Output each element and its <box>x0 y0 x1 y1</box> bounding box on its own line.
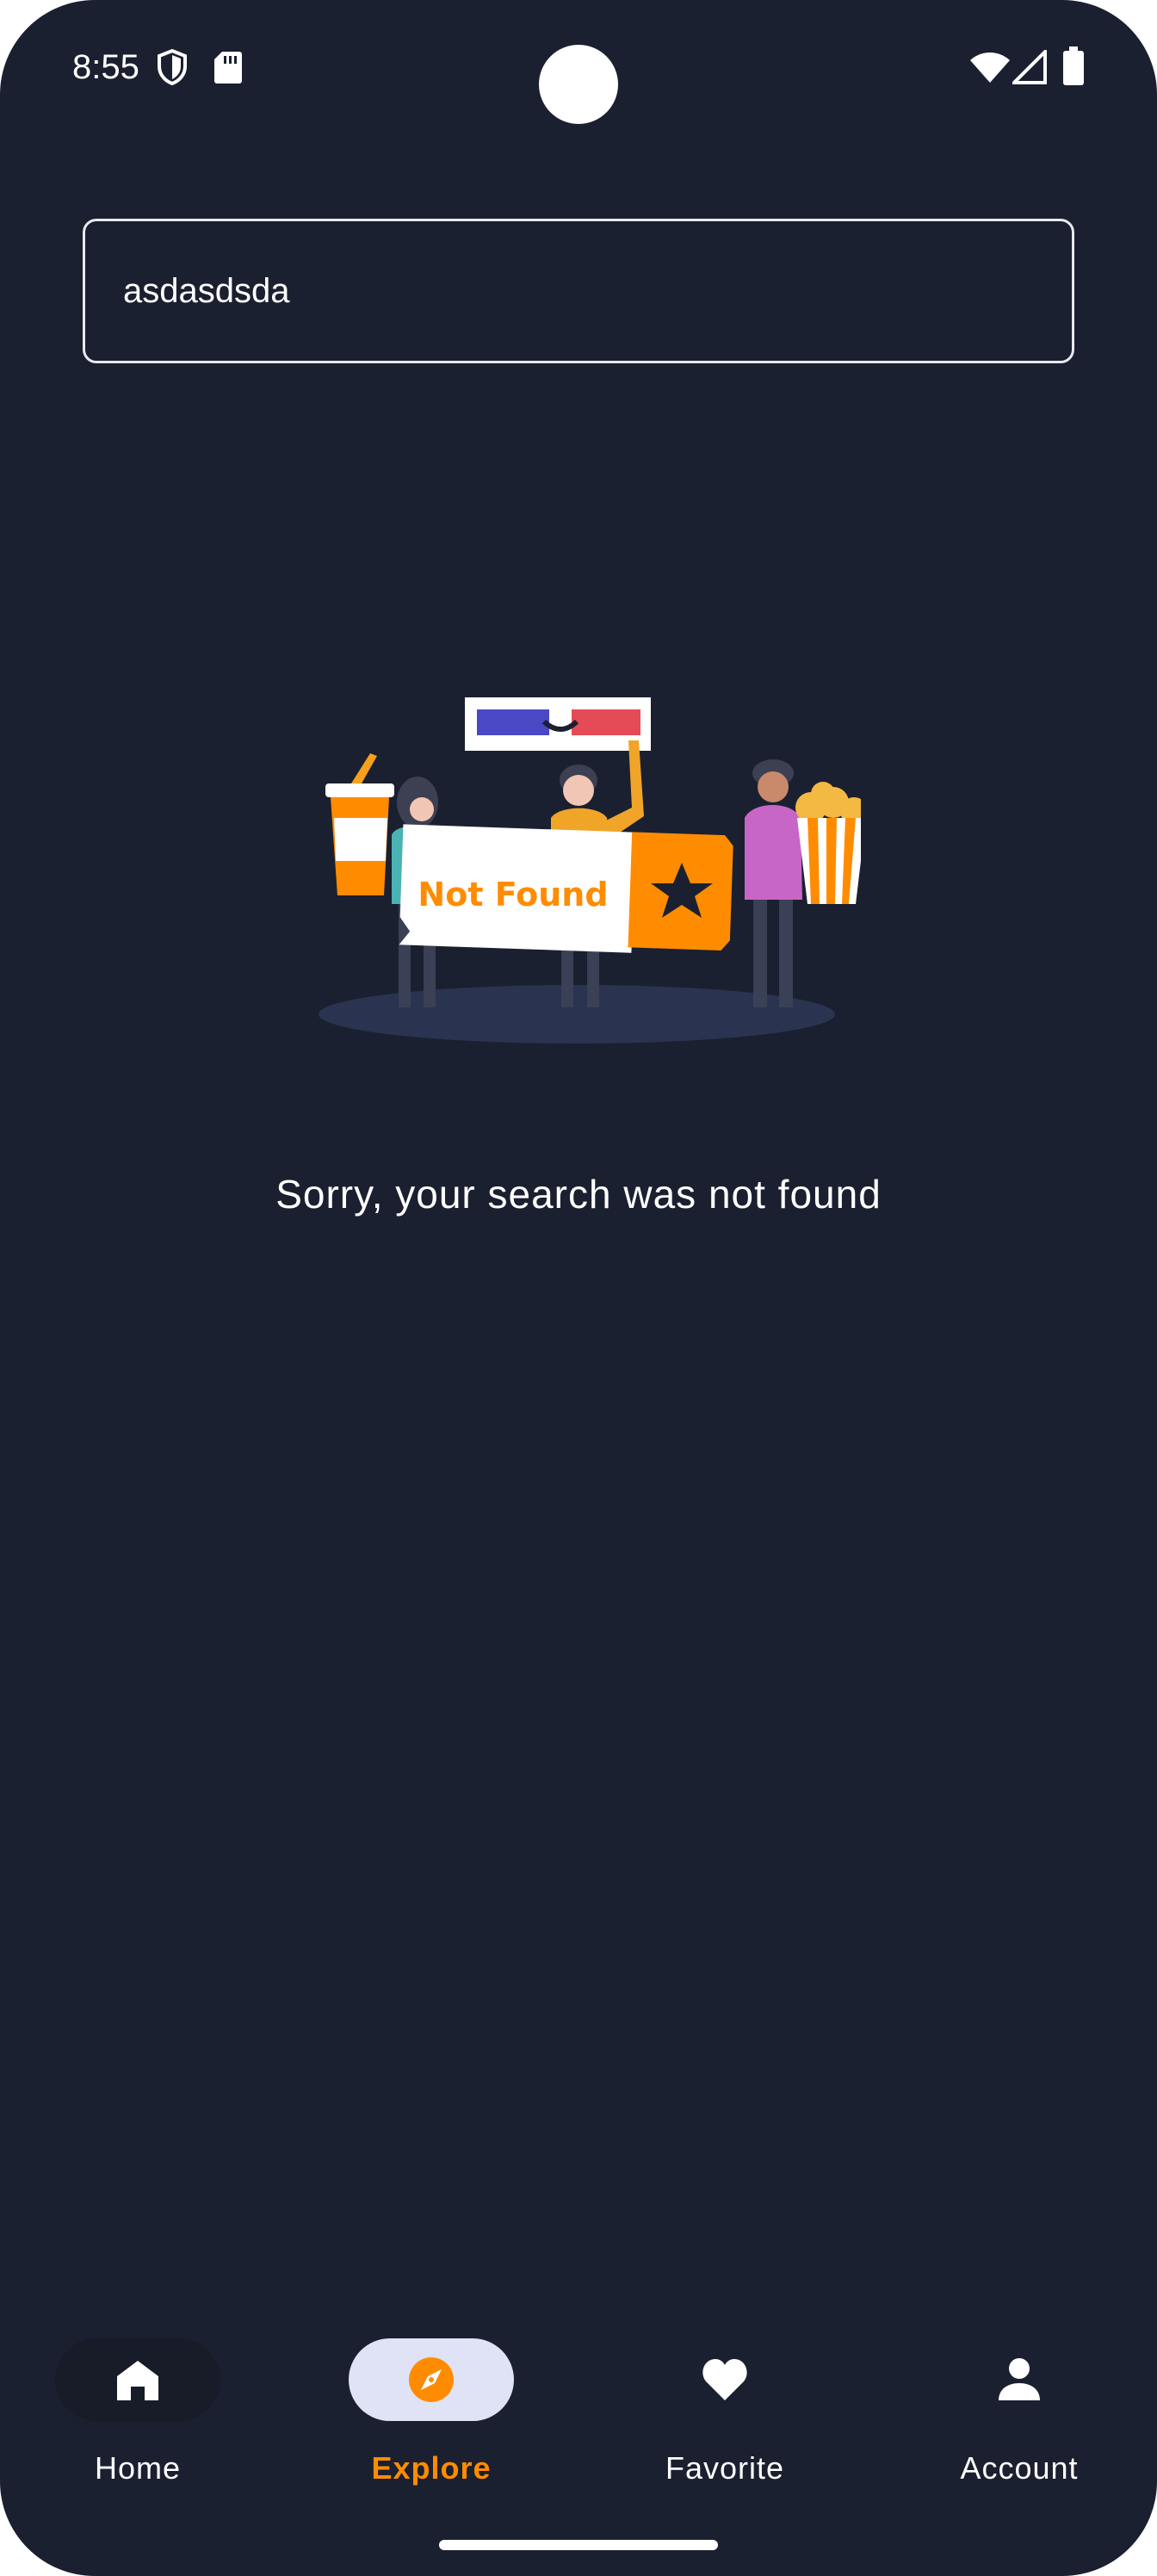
home-icon <box>117 2361 158 2400</box>
nav-item-favorite[interactable]: Favorite <box>578 2325 871 2497</box>
not-found-text: Not Found <box>418 876 608 913</box>
battery-icon <box>1063 46 1084 85</box>
nav-item-explore[interactable]: Explore <box>285 2325 578 2497</box>
3d-glasses-graphic <box>465 697 651 751</box>
search-field[interactable] <box>83 219 1074 363</box>
not-found-illustration: Not Found <box>319 697 861 1043</box>
person-icon <box>999 2358 1040 2400</box>
person-right <box>745 759 802 1007</box>
front-camera <box>539 45 618 124</box>
nav-item-account[interactable]: Account <box>873 2325 1157 2497</box>
status-time: 8:55 <box>72 48 139 86</box>
bottom-navigation: Home Explore Favorite Account <box>0 2325 1157 2497</box>
popcorn-graphic <box>795 782 861 904</box>
drink-cup-graphic <box>325 753 394 895</box>
compass-icon <box>409 2357 454 2402</box>
ticket-graphic: Not Found <box>399 824 733 953</box>
nav-item-home[interactable]: Home <box>0 2325 284 2497</box>
empty-state-message: Sorry, your search was not found <box>275 1172 882 1217</box>
nav-label-explore: Explore <box>371 2450 492 2486</box>
signal-icon <box>1012 50 1047 84</box>
nav-label-account: Account <box>960 2450 1079 2486</box>
status-bar: 8:55 <box>0 0 1157 138</box>
sd-card-icon <box>214 52 242 84</box>
wifi-icon <box>970 53 1010 83</box>
search-input[interactable] <box>123 221 1036 361</box>
app-screen: 8:55 asdasdsda Not Found Sorry, your sea… <box>0 0 1157 2576</box>
heart-icon <box>702 2359 747 2400</box>
nav-label-home: Home <box>94 2450 182 2486</box>
home-indicator[interactable] <box>439 2540 718 2550</box>
shield-icon <box>158 48 187 86</box>
nav-label-favorite: Favorite <box>665 2450 785 2486</box>
